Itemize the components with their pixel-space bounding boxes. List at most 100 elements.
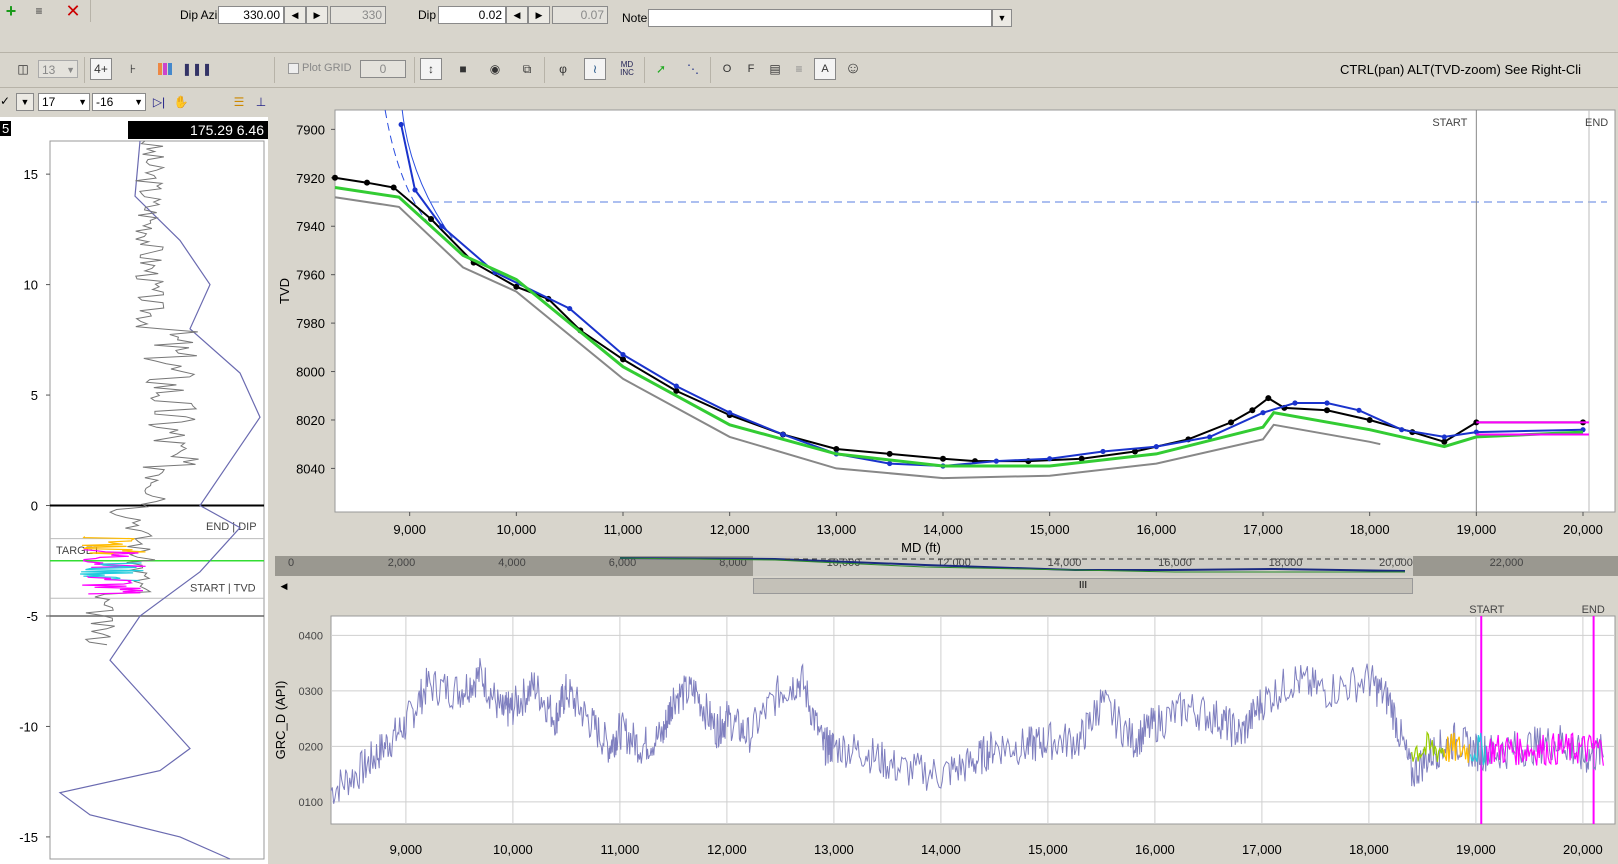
left-log-panel[interactable]: 15 10 5 0 -5 -10 -15 END | DIP START | TVD TARGET… <box>0 117 268 864</box>
projection-point <box>1356 407 1362 413</box>
wellpath-point <box>833 446 840 453</box>
y-axis-label: TVD <box>277 278 292 304</box>
check-icon[interactable]: ✓ <box>0 94 10 108</box>
tvd-md-chart[interactable]: 9,000 10,000 11,000 12,000 13,000 14,000 15,00… <box>269 88 1618 556</box>
wellpath-point <box>1441 438 1448 445</box>
projection-point <box>1100 448 1106 455</box>
add-icon[interactable]: + <box>0 0 22 22</box>
dip-decrement-button[interactable]: ◀ <box>506 6 528 24</box>
count-value: 13 <box>42 63 56 77</box>
dip-azi-increment-button[interactable]: ▶ <box>306 6 328 24</box>
scroll-thumb[interactable]: III <box>753 578 1413 594</box>
gamma-chart-panel[interactable]: 9,000 10,000 11,000 12,000 13,000 14,000 15,00… <box>269 600 1618 864</box>
gamma-x-tick-label: 15,000 <box>1028 842 1068 857</box>
dip-readonly: 0.07 <box>552 6 608 24</box>
vertical-fit-icon[interactable]: ↕ <box>420 58 442 80</box>
copy-icon[interactable]: ⧉ <box>516 58 538 80</box>
wellpath-point <box>390 184 397 191</box>
lines-icon[interactable]: ≡ <box>788 58 810 80</box>
x-tick-label: 16,000 <box>1136 522 1176 537</box>
gamma-x-tick-label: 9,000 <box>390 842 423 857</box>
o-button[interactable]: O <box>716 58 738 80</box>
plot-area <box>334 109 1616 513</box>
f-button[interactable]: F <box>740 58 762 80</box>
lock-icon[interactable]: ■ <box>452 58 474 80</box>
layers-icon[interactable]: ◫ <box>12 58 34 80</box>
x-tick-label: 17,000 <box>1243 522 1283 537</box>
left-y-tick-label: 5 <box>31 388 38 403</box>
binoculars-icon[interactable]: ◉ <box>484 58 506 80</box>
left-y-tick-label: -5 <box>26 609 38 624</box>
left-edge-label: 5 <box>0 121 12 136</box>
overview-tick-label: 20,000 <box>1379 557 1413 569</box>
log-track-icon[interactable]: ⊦ <box>122 58 144 80</box>
wellpath-point <box>1324 407 1330 414</box>
plot-grid-label: Plot GRID <box>302 62 352 74</box>
dip-input[interactable]: 0.02 <box>438 6 506 24</box>
plot-grid-input[interactable]: 0 <box>360 60 406 78</box>
view-toolbar: ◫ 13 ▼ 4+ ⊦ ❚❚❚ Plot GRID 0 ↕ ■ ◉ ⧉ φ ≀ … <box>0 53 1618 88</box>
trend-green-icon[interactable]: ➚ <box>650 58 672 80</box>
md-inc-button[interactable]: MD INC <box>614 58 640 80</box>
plot-grid-checkbox[interactable] <box>288 63 299 74</box>
phase-icon[interactable]: φ <box>552 58 574 80</box>
count-select[interactable]: 13 ▼ <box>38 60 78 78</box>
track-select-b[interactable]: -16 ▼ <box>92 93 146 111</box>
overview-tick-label: 2,000 <box>388 557 416 569</box>
gamma-x-tick-label: 14,000 <box>921 842 961 857</box>
close-icon[interactable]: ✕ <box>62 0 84 22</box>
projection-point <box>993 458 999 464</box>
columns-icon[interactable]: ❚❚❚ <box>182 58 212 80</box>
gamma-start-label: START <box>1469 604 1504 616</box>
hint-text: CTRL(pan) ALT(TVD-zoom) See Right-Cli <box>1340 62 1582 77</box>
chevron-down-icon: ▼ <box>134 97 143 107</box>
chevron-down-icon: ▼ <box>66 65 75 75</box>
dip-azi-label: Dip Azi <box>180 8 218 22</box>
zoom-4-button[interactable]: 4+ <box>90 58 112 80</box>
projection-point <box>780 431 786 438</box>
gamma-x-tick-label: 13,000 <box>814 842 854 857</box>
note-dropdown-button[interactable]: ▼ <box>992 9 1012 27</box>
wellpath-point <box>886 450 893 457</box>
scroll-left-button[interactable]: ◀ <box>275 578 293 594</box>
color-bars-icon[interactable] <box>154 58 176 80</box>
x-tick-label: 12,000 <box>710 522 750 537</box>
y-tick-label: 7960 <box>296 268 325 283</box>
pan-hand-icon[interactable]: ✋ <box>170 91 192 113</box>
top-toolbar: + ≡ ✕ Dip Azi 330.00 ◀ ▶ 330 Dip 0.02 ◀ … <box>0 0 1618 53</box>
trend-dots-icon[interactable]: ⋱ <box>682 58 704 80</box>
y-tick-label: 7940 <box>296 219 325 234</box>
left-y-tick-label: -10 <box>19 719 38 734</box>
curve-icon[interactable]: ≀ <box>584 58 606 80</box>
left-log-chart[interactable]: 151050-5-10-15END | DIPSTART | TVDTARGET <box>0 117 268 864</box>
gamma-x-tick-label: 12,000 <box>707 842 747 857</box>
wellpath-point <box>332 174 338 181</box>
projection-point <box>1153 444 1159 450</box>
left-chevron-button[interactable]: ▼ <box>16 93 34 111</box>
a-button[interactable]: A <box>814 58 836 80</box>
projection-point <box>887 460 893 467</box>
left-plot-area <box>49 140 265 860</box>
settings-list-icon[interactable]: ≡ <box>28 0 50 22</box>
skip-end-icon[interactable]: ▷| <box>148 91 170 113</box>
projection-point <box>1324 400 1330 406</box>
overview-tick-label: 0 <box>288 557 294 569</box>
gamma-ray-chart[interactable]: 9,000 10,000 11,000 12,000 13,000 14,000 15,00… <box>269 600 1618 864</box>
overview-strip[interactable]: 0 2,000 4,000 6,000 8,000 10,000 12,000 14,000 1… <box>275 556 1618 600</box>
gamma-y-tick-label: 0200 <box>299 741 323 753</box>
dip-increment-button[interactable]: ▶ <box>528 6 550 24</box>
track-select-a[interactable]: 17 ▼ <box>38 93 90 111</box>
note-input[interactable] <box>648 9 992 27</box>
track-select-b-value: -16 <box>96 95 114 109</box>
end-label: END <box>1585 117 1608 129</box>
smiley-icon[interactable]: ☺ <box>842 58 864 80</box>
projection-point <box>673 383 679 389</box>
dip-azi-input[interactable]: 330.00 <box>218 6 284 24</box>
fill-icon[interactable]: ▤ <box>764 58 786 80</box>
gamma-x-tick-label: 20,000 <box>1563 842 1603 857</box>
gamma-x-tick-label: 16,000 <box>1135 842 1175 857</box>
md-inc-label: MD INC <box>620 60 634 77</box>
layers-stack-icon[interactable]: ☰ <box>228 91 250 113</box>
dip-azi-decrement-button[interactable]: ◀ <box>284 6 306 24</box>
tvd-chart-panel[interactable]: 9,000 10,000 11,000 12,000 13,000 14,000 15,00… <box>269 88 1618 556</box>
